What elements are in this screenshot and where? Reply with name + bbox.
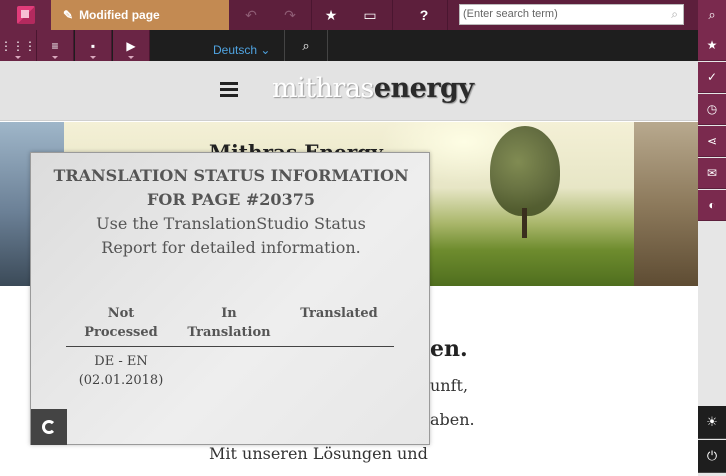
tree-trunk-graphic xyxy=(522,208,527,238)
checkmark-icon: ✓ xyxy=(706,70,718,84)
content-text-line: unft, xyxy=(430,376,469,395)
hamburger-menu-icon[interactable] xyxy=(220,82,238,97)
popup-title: TRANSLATION STATUS INFORMATION FOR PAGE … xyxy=(31,164,431,212)
column-header-not-processed: Not Processed xyxy=(71,304,171,342)
sidebar-tips-button[interactable]: ☀ xyxy=(698,406,726,439)
site-header: mithrasenergy xyxy=(0,61,698,121)
search-field-icon: ⌕ xyxy=(671,7,678,21)
translation-icon: ◐ xyxy=(708,198,716,212)
search-icon: ⌕ xyxy=(302,37,310,53)
preview-button[interactable]: ▭ xyxy=(352,0,388,30)
popup-title-line: FOR PAGE #20375 xyxy=(147,190,315,209)
translation-icon xyxy=(42,420,56,434)
workflow-menu-button[interactable]: ▶ xyxy=(113,30,150,61)
pencil-icon: ✎ xyxy=(63,8,74,22)
disk-icon: ▪ xyxy=(90,38,96,53)
search-button[interactable]: ⌕ xyxy=(698,0,726,30)
envelope-icon: ✉ xyxy=(706,166,718,180)
save-menu-button[interactable]: ▪ xyxy=(75,30,112,61)
clock-icon: ◷ xyxy=(706,102,718,116)
devices-icon: ▭ xyxy=(363,6,377,23)
secondary-toolbar: ⋮⋮⋮ ≡ ▪ ▶ Deutsch ⌄ ⌕ xyxy=(0,30,698,61)
sidebar-favorites-button[interactable]: ★ xyxy=(698,30,726,61)
dropdown-arrow-icon xyxy=(15,56,21,59)
help-icon: ? xyxy=(419,7,429,23)
column-header-translated: Translated xyxy=(289,304,389,323)
language-label: Deutsch xyxy=(213,43,258,57)
popup-subtitle-line: Use the TranslationStudio Status xyxy=(96,214,366,233)
popup-subtitle: Use the TranslationStudio Status Report … xyxy=(31,212,431,260)
dropdown-arrow-icon xyxy=(90,56,96,59)
logo-text-part2: energy xyxy=(373,73,474,104)
power-icon: ⏻ xyxy=(706,448,718,463)
translationstudio-button[interactable] xyxy=(31,409,67,445)
popup-title-line: TRANSLATION STATUS INFORMATION xyxy=(53,166,409,185)
bookmark-button[interactable]: ★ xyxy=(313,0,349,30)
sidebar-references-button[interactable]: ⋖ xyxy=(698,126,726,157)
header-line: Translation xyxy=(187,325,271,340)
header-line: In xyxy=(221,306,237,321)
content-heading: en. xyxy=(430,336,468,362)
sidebar-messages-button[interactable]: ✉ xyxy=(698,158,726,189)
sidebar-tasks-button[interactable]: ✓ xyxy=(698,62,726,93)
sidebar-translationstudio-button[interactable]: ◐ xyxy=(698,190,726,221)
help-button[interactable]: ? xyxy=(406,0,442,30)
header-line: Translated xyxy=(300,306,378,321)
content-text-line: aben. xyxy=(430,410,475,429)
content-text-line: Mit unseren Lösungen und xyxy=(209,444,428,463)
search-icon: ⌕ xyxy=(708,7,716,22)
sidebar-history-button[interactable]: ◷ xyxy=(698,94,726,125)
column-header-in-translation: In Translation xyxy=(179,304,279,342)
sidebar-logout-button[interactable]: ⏻ xyxy=(698,440,726,473)
translation-status-popup: TRANSLATION STATUS INFORMATION FOR PAGE … xyxy=(30,152,430,445)
toolbar-divider xyxy=(447,0,448,30)
right-sidebar: ★ ✓ ◷ ⋖ ✉ ◐ ☀ ⏻ xyxy=(698,30,726,476)
site-logo[interactable]: mithrasenergy xyxy=(272,73,474,104)
play-icon: ▶ xyxy=(126,38,136,53)
app-logo[interactable] xyxy=(0,0,51,30)
logo-icon xyxy=(16,6,35,24)
share-icon: ⋖ xyxy=(706,134,718,148)
page-search-button[interactable]: ⌕ xyxy=(284,30,328,61)
toolbar-divider xyxy=(392,0,393,30)
cell-date: (02.01.2018) xyxy=(78,373,164,388)
modified-page-indicator[interactable]: ✎ Modified page xyxy=(51,0,229,30)
tree-graphic xyxy=(490,126,560,216)
lightbulb-icon: ☀ xyxy=(706,414,718,429)
header-line: Not xyxy=(107,306,135,321)
undo-button[interactable]: ↶ xyxy=(233,0,269,30)
structure-menu-button[interactable]: ≡ xyxy=(37,30,74,61)
search-input[interactable]: (Enter search term) ⌕ xyxy=(459,4,684,25)
hero-image-right xyxy=(634,122,698,286)
table-divider xyxy=(66,346,394,347)
star-icon: ★ xyxy=(706,38,718,52)
grid-icon: ⋮⋮⋮ xyxy=(0,38,36,53)
top-toolbar: ✎ Modified page ↶ ↷ ★ ▭ ? (Enter search … xyxy=(0,0,726,30)
toolbar-divider xyxy=(311,0,312,30)
star-icon: ★ xyxy=(324,6,338,23)
undo-icon: ↶ xyxy=(245,6,257,23)
cell-language-pair: DE - EN xyxy=(94,354,148,369)
logo-text-part1: mithras xyxy=(272,73,374,104)
dropdown-arrow-icon xyxy=(128,56,134,59)
search-placeholder: (Enter search term) xyxy=(463,8,558,20)
modified-page-label: Modified page xyxy=(79,8,160,22)
redo-button[interactable]: ↷ xyxy=(272,0,308,30)
apps-menu-button[interactable]: ⋮⋮⋮ xyxy=(0,30,37,61)
language-selector[interactable]: Deutsch ⌄ xyxy=(213,43,270,57)
chevron-down-icon: ⌄ xyxy=(260,43,271,57)
table-cell-not-processed: DE - EN (02.01.2018) xyxy=(71,352,171,390)
redo-icon: ↷ xyxy=(284,6,296,23)
list-icon: ≡ xyxy=(51,38,59,53)
header-line: Processed xyxy=(84,325,158,340)
popup-subtitle-line: Report for detailed information. xyxy=(101,238,361,257)
dropdown-arrow-icon xyxy=(52,56,58,59)
